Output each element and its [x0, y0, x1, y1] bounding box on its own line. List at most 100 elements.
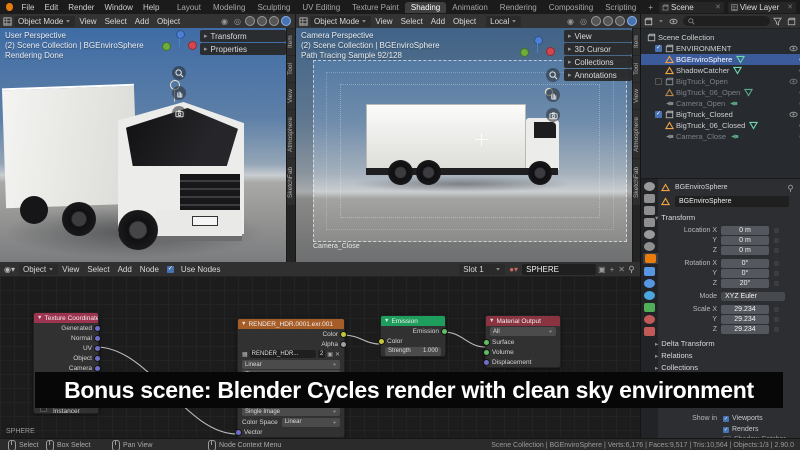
tab-object-data-icon[interactable] [644, 303, 655, 312]
lock-icon[interactable] [774, 281, 779, 286]
editor-type-icon[interactable]: ◉▾ [0, 265, 19, 274]
node-header[interactable]: ▼Material Output [486, 316, 560, 326]
tab-scene-icon[interactable] [644, 230, 655, 239]
object-name-field[interactable]: BGEnviroSphere [675, 196, 789, 207]
checkbox-icon[interactable]: ✓ [723, 416, 729, 422]
tab-world-icon[interactable] [644, 242, 655, 251]
shading-material-icon[interactable] [615, 16, 625, 26]
menu-select[interactable]: Select [83, 265, 113, 274]
menu-select[interactable]: Select [397, 17, 427, 26]
pin-icon[interactable] [786, 184, 795, 193]
menu-window[interactable]: Window [99, 3, 137, 12]
proportional-edit-icon[interactable]: ◎ [578, 17, 589, 26]
menu-view[interactable]: View [75, 17, 100, 26]
unlink-material-icon[interactable]: ✕ [616, 265, 627, 274]
camera-view-icon[interactable] [172, 106, 186, 120]
orientation-dropdown[interactable]: Local [486, 16, 521, 27]
tab-rendering[interactable]: Rendering [494, 2, 543, 13]
tab-atmosphere[interactable]: Atmosphere [287, 110, 295, 158]
tab-shading[interactable]: Shading [405, 2, 446, 13]
menu-add[interactable]: Add [114, 265, 136, 274]
tab-output-icon[interactable] [644, 206, 655, 215]
strength-field[interactable]: Strength1.000 [385, 347, 441, 356]
shading-material-icon[interactable] [269, 16, 279, 26]
shading-rendered-icon[interactable] [281, 16, 291, 26]
panel-collections[interactable]: ▸Collections [564, 56, 632, 68]
lock-icon[interactable] [774, 327, 779, 332]
editor-type-icon[interactable] [3, 17, 12, 26]
outliner-row-bgenvirosphere[interactable]: BGEnviroSphere [641, 54, 800, 65]
zoom-icon[interactable] [172, 66, 186, 80]
location-z-field[interactable]: 0 m [721, 246, 769, 255]
new-collection-icon[interactable] [787, 17, 796, 26]
socket-generated[interactable] [94, 325, 101, 332]
mode-dropdown[interactable]: Object Mode [310, 16, 371, 27]
panel-properties[interactable]: ▸Properties [200, 43, 286, 55]
lock-icon[interactable] [774, 228, 779, 233]
socket-normal[interactable] [94, 335, 101, 342]
socket-alpha-out[interactable] [340, 341, 347, 348]
menu-file[interactable]: File [17, 3, 40, 12]
zoom-icon[interactable] [546, 68, 560, 82]
tab-compositing[interactable]: Compositing [543, 2, 599, 13]
node-material-output[interactable]: ▼Material Output All Surface Volume Disp… [485, 315, 561, 368]
editor-type-icon[interactable] [299, 17, 308, 26]
material-sphere-icon[interactable]: ●▾ [505, 265, 522, 274]
checkbox-icon[interactable]: ✓ [655, 45, 662, 52]
color-space-dropdown[interactable]: Linear [282, 418, 340, 427]
panel-collections[interactable]: ▸Collections [655, 363, 698, 372]
socket-camera[interactable] [94, 365, 101, 372]
socket-color-out[interactable] [340, 331, 347, 338]
socket-uv[interactable] [94, 345, 101, 352]
tab-render-icon[interactable] [644, 194, 655, 203]
image-users-count[interactable]: 2 [318, 350, 325, 358]
snap-magnet-icon[interactable]: ◉ [563, 17, 578, 26]
interpolation-dropdown[interactable]: Linear [242, 360, 340, 369]
shading-solid-icon[interactable] [603, 16, 613, 26]
tab-tool[interactable]: Tool [287, 56, 295, 82]
shading-wireframe-icon[interactable] [591, 16, 601, 26]
tab-scripting[interactable]: Scripting [599, 2, 642, 13]
mode-dropdown[interactable]: Object Mode [14, 16, 75, 27]
transform-panel-header[interactable]: ▾Transform [655, 213, 695, 222]
socket-vector-in[interactable] [235, 429, 242, 436]
lock-icon[interactable] [774, 317, 779, 322]
checkbox-icon[interactable]: ✓ [655, 111, 662, 118]
pin-icon[interactable] [627, 265, 636, 274]
viewport-left-canvas[interactable]: User Perspective (2) Scene Collection | … [0, 28, 295, 262]
lock-icon[interactable] [774, 271, 779, 276]
tab-layout[interactable]: Layout [171, 2, 207, 13]
eye-icon[interactable] [789, 44, 798, 53]
tab-object-icon[interactable] [645, 254, 656, 263]
tab-texture-icon[interactable] [644, 327, 655, 336]
image-browse-icon[interactable]: ▦ [242, 351, 248, 358]
checkbox-icon[interactable] [655, 78, 662, 85]
fake-user-icon[interactable]: ▣ [596, 265, 608, 274]
menu-edit[interactable]: Edit [39, 3, 63, 12]
menu-render[interactable]: Render [63, 3, 99, 12]
scene-selector[interactable]: Scene ✕ [659, 2, 724, 13]
socket-emission-out[interactable] [441, 328, 448, 335]
pan-hand-icon[interactable] [172, 86, 186, 100]
node-header[interactable]: ▼Emission [381, 316, 445, 326]
tab-texture-paint[interactable]: Texture Paint [346, 2, 405, 13]
outliner-row-bigtruck-06-closed[interactable]: BigTruck_06_Closed [641, 120, 800, 131]
pan-hand-icon[interactable] [546, 88, 560, 102]
tab-particles-icon[interactable] [644, 279, 655, 288]
checkbox-icon[interactable]: ✓ [723, 427, 729, 433]
scene-unlink-icon[interactable]: ✕ [715, 3, 721, 11]
menu-view[interactable]: View [371, 17, 396, 26]
target-dropdown[interactable]: All [490, 327, 556, 336]
eye-icon[interactable] [789, 110, 798, 119]
tab-modifiers-icon[interactable] [644, 267, 655, 276]
view-layer-selector[interactable]: View Layer ✕ [728, 2, 796, 13]
breadcrumb-object[interactable]: BGEnviroSphere [675, 183, 728, 192]
scale-z-field[interactable]: 29.234 [721, 325, 769, 334]
image-name-field[interactable]: RENDER_HDR... [250, 350, 316, 358]
socket-surface-in[interactable] [483, 339, 490, 346]
socket-volume-in[interactable] [483, 349, 490, 356]
node-header[interactable]: ▼RENDER_HDR.0001.exr.001 [238, 319, 344, 329]
lock-icon[interactable] [774, 261, 779, 266]
tab-modeling[interactable]: Modeling [207, 2, 251, 13]
axis-gizmo[interactable] [518, 36, 554, 66]
